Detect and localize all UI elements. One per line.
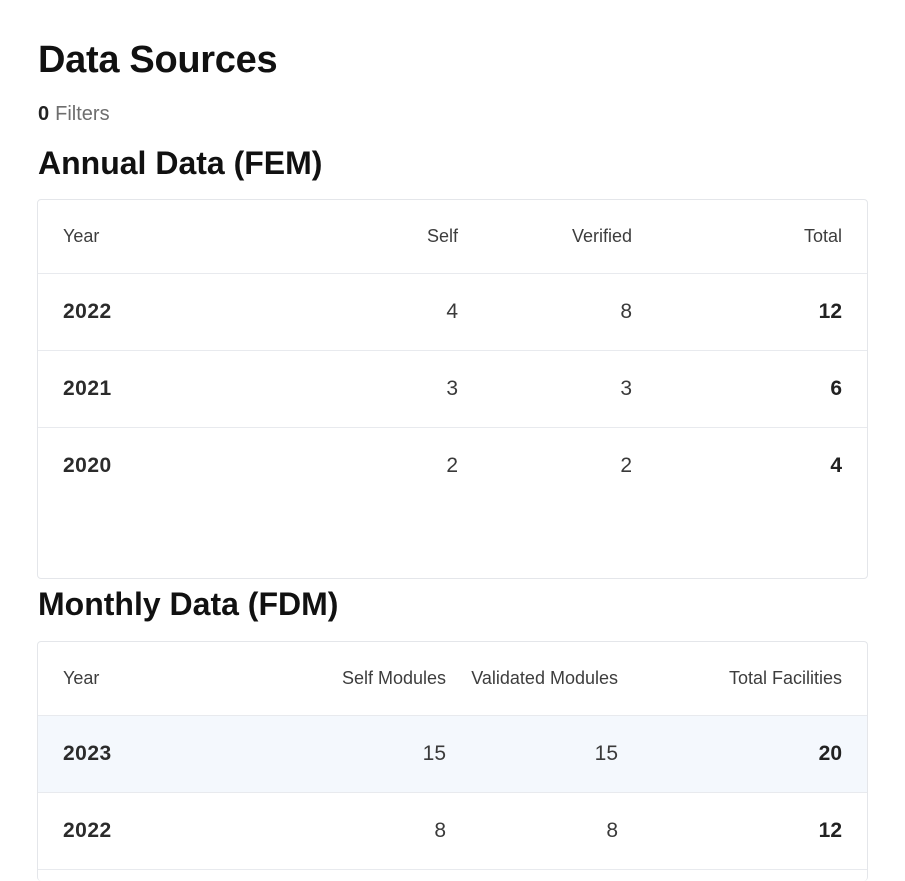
year-cell: 2023 (38, 715, 213, 793)
table-row[interactable]: 2022 8 8 12 (38, 792, 867, 870)
column-header-validated-modules[interactable]: Validated Modules (446, 642, 618, 716)
total-facilities-cell: 12 (618, 792, 867, 870)
validated-modules-cell: 15 (446, 715, 618, 793)
table-row[interactable]: 2020 2 2 4 (38, 427, 867, 504)
table-row[interactable]: 2022 4 8 12 (38, 273, 867, 351)
data-sources-page: Data Sources 0 Filters Annual Data (FEM) … (0, 0, 905, 881)
column-header-year[interactable]: Year (38, 642, 213, 716)
verified-cell: 8 (463, 273, 635, 351)
column-header-self[interactable]: Self (213, 200, 463, 274)
total-facilities-cell: 20 (618, 715, 867, 793)
total-cell: 6 (635, 350, 867, 428)
monthly-section-title: Monthly Data (FDM) (38, 586, 339, 622)
self-cell: 2 (446, 453, 458, 477)
column-header-verified[interactable]: Verified (463, 200, 635, 274)
self-cell: 4 (213, 273, 463, 351)
monthly-header-row: Year Self Modules Validated Modules Tota… (38, 642, 867, 716)
table-row[interactable]: 2023 15 15 20 (38, 715, 867, 793)
filters-count: 0 (38, 103, 50, 125)
annual-section-title: Annual Data (FEM) (38, 145, 323, 181)
year-cell: 2021 (38, 350, 213, 428)
total-cell: 4 (830, 453, 842, 477)
annual-data-card: Year Self Verified Total 2022 4 8 12 202… (37, 199, 868, 579)
column-header-self-modules[interactable]: Self Modules (213, 642, 446, 716)
verified-cell: 3 (463, 350, 635, 428)
year-cell: 2022 (38, 792, 213, 870)
monthly-data-table: Year Self Modules Validated Modules Tota… (38, 642, 867, 870)
self-modules-cell: 8 (213, 792, 446, 870)
annual-data-table: Year Self Verified Total 2022 4 8 12 202… (38, 200, 867, 504)
validated-modules-cell: 8 (446, 792, 618, 870)
self-modules-cell: 15 (213, 715, 446, 793)
year-cell: 2020 (63, 453, 112, 477)
column-header-total-facilities[interactable]: Total Facilities (618, 642, 867, 716)
table-row[interactable]: 2021 3 3 6 (38, 350, 867, 428)
total-cell: 12 (635, 273, 867, 351)
filters-toggle[interactable]: 0 Filters (38, 102, 110, 126)
filters-label: Filters (55, 103, 110, 125)
monthly-data-card: Year Self Modules Validated Modules Tota… (37, 641, 868, 881)
page-title: Data Sources (38, 39, 278, 81)
year-cell: 2022 (38, 273, 213, 351)
annual-header-row: Year Self Verified Total (38, 200, 867, 274)
self-cell: 3 (213, 350, 463, 428)
verified-cell: 2 (620, 453, 632, 477)
column-header-year[interactable]: Year (38, 200, 213, 274)
column-header-total[interactable]: Total (635, 200, 867, 274)
